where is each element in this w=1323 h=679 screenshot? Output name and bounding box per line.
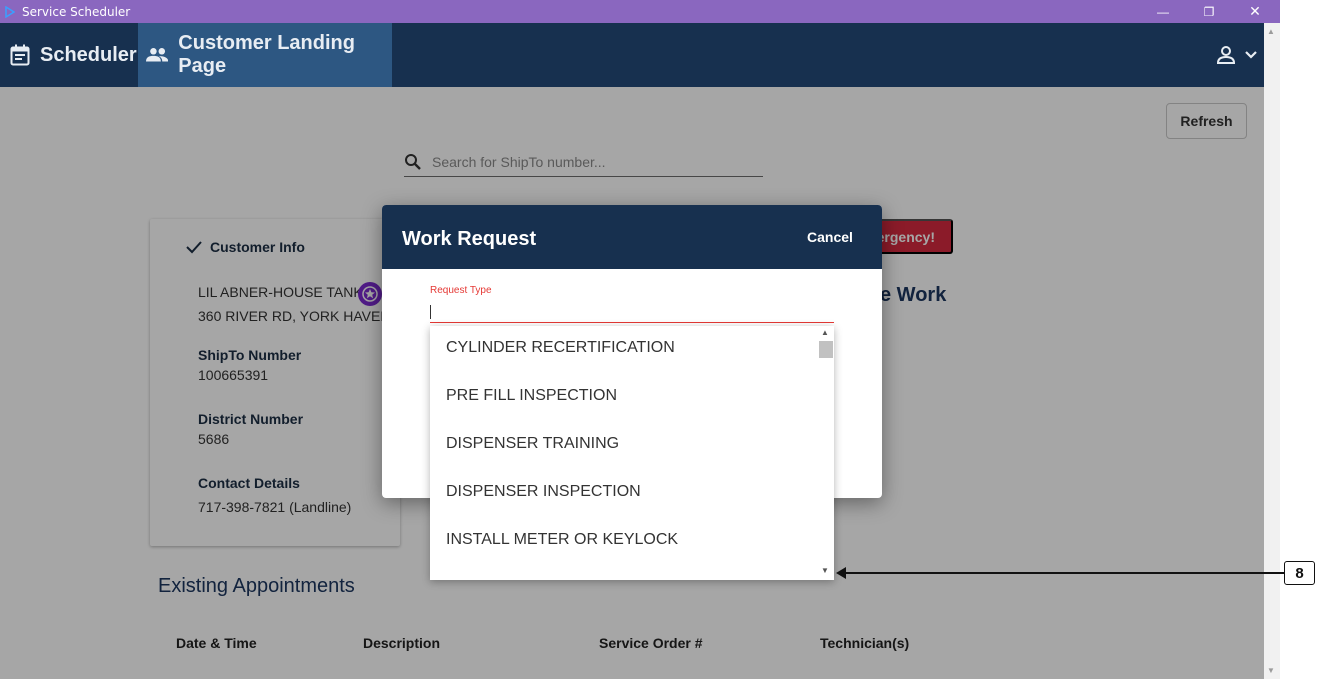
callout-arrow-icon [836,567,846,579]
option-dispenser-training[interactable]: DISPENSER TRAINING [446,435,619,453]
user-menu[interactable] [1216,23,1264,87]
dropdown-scroll-thumb[interactable] [819,341,833,358]
dialog-header: Work Request Cancel [382,205,882,269]
nav-scheduler-label: Scheduler [40,43,137,66]
close-window-button[interactable]: ✕ [1232,0,1278,23]
window-titlebar: Service Scheduler — ❐ ✕ [0,0,1280,23]
close-icon: ✕ [1249,3,1261,19]
nav-customer-landing-page-label: Customer Landing Page [178,32,355,77]
restore-button[interactable]: ❐ [1186,0,1232,23]
callout-line [838,572,1284,574]
people-icon [146,48,169,62]
calendar-icon [10,44,30,66]
callout-number: 8 [1284,561,1315,585]
option-cylinder-recertification[interactable]: CYLINDER RECERTIFICATION [446,339,675,357]
nav-customer-landing-page[interactable]: Customer Landing Page [138,23,392,87]
page-scroll-down-icon[interactable]: ▼ [1267,666,1275,675]
option-dispenser-inspection[interactable]: DISPENSER INSPECTION [446,483,641,501]
request-type-label: Request Type [430,285,492,296]
window-title: Service Scheduler [22,4,131,19]
nav-scheduler[interactable]: Scheduler [0,23,145,87]
restore-icon: ❐ [1203,4,1215,19]
minimize-icon: — [1157,4,1169,19]
option-pre-fill-inspection[interactable]: PRE FILL INSPECTION [446,387,617,405]
page-scrollbar[interactable]: ▲ ▼ [1264,23,1280,679]
dialog-title: Work Request [402,228,537,250]
dropdown-scrollbar[interactable]: ▲ ▼ [818,326,834,580]
request-type-input[interactable] [430,301,834,323]
text-caret [430,305,431,319]
option-install-meter-or-keylock[interactable]: INSTALL METER OR KEYLOCK [446,531,678,549]
app-logo-icon [5,5,15,18]
scroll-up-icon[interactable]: ▲ [821,328,829,337]
page-scroll-up-icon[interactable]: ▲ [1267,27,1275,36]
chevron-down-icon [1245,51,1257,59]
scroll-down-icon[interactable]: ▼ [821,566,829,575]
top-navbar: Scheduler Customer Landing Page [0,23,1264,87]
cancel-button[interactable]: Cancel [807,229,853,245]
request-type-dropdown: CYLINDER RECERTIFICATION PRE FILL INSPEC… [430,326,834,580]
minimize-button[interactable]: — [1140,0,1186,23]
person-icon [1216,46,1236,64]
